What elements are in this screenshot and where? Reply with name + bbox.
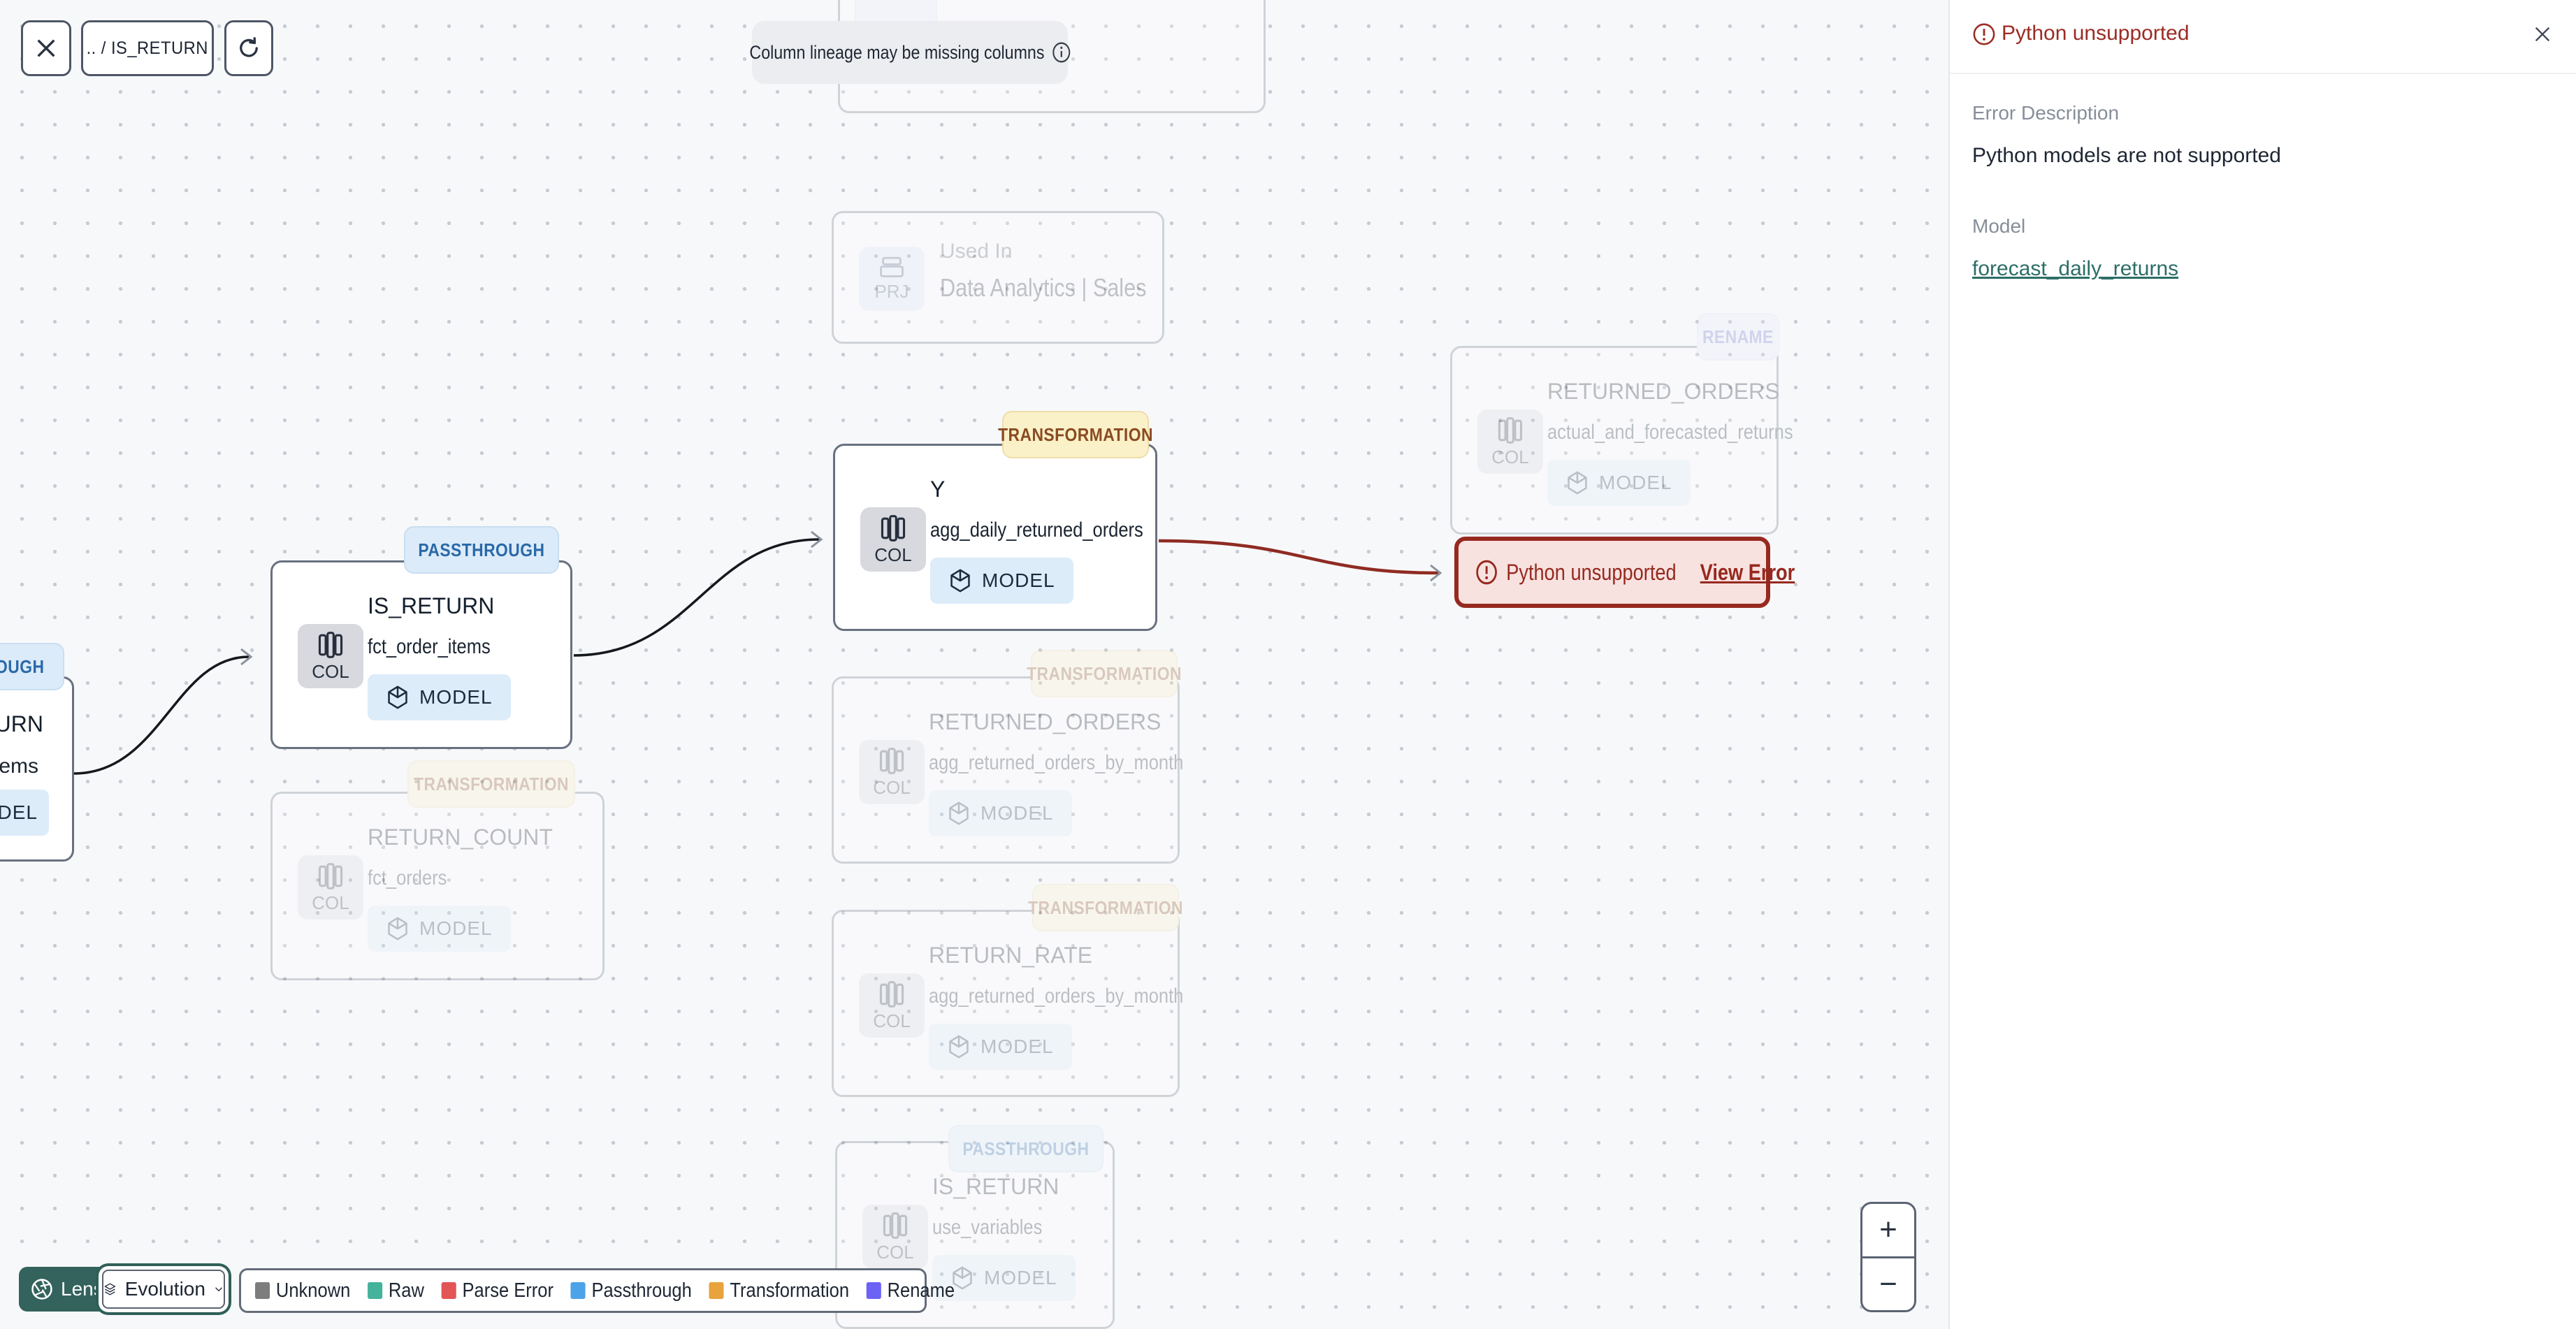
model-pill: MODEL — [0, 790, 49, 836]
model-pill-label: MODEL — [982, 569, 1055, 591]
edge-fct-to-agg — [573, 538, 820, 657]
badge-label: PASSTHROUGH — [0, 655, 45, 677]
legend-item: Transformation — [709, 1279, 849, 1302]
legend-label: Unknown — [275, 1279, 351, 1302]
panel-title: Python unsupported — [2002, 22, 2190, 45]
node-title: IS_RETURN — [368, 593, 495, 618]
model-label: Model — [1972, 215, 2026, 237]
lens-legend: Unknown Raw Parse Error Passthrough Tran… — [239, 1268, 955, 1313]
lens-aperture-icon — [31, 1279, 52, 1300]
legend-label: Rename — [887, 1279, 955, 1302]
badge-passthrough: PASSTHROUGH — [0, 643, 64, 690]
node-subtitle: agg_daily_returned_orders — [930, 518, 1143, 542]
close-lineage-button[interactable] — [21, 20, 71, 76]
node-subtitle: fct_order_items — [368, 635, 491, 658]
model-pill: MODEL — [930, 558, 1073, 604]
node-card-agg-daily[interactable]: COL Y agg_daily_returned_orders MODEL — [833, 444, 1157, 631]
model-pill-label: MODEL — [0, 801, 38, 823]
layers-icon — [104, 1283, 116, 1295]
alert-circle-icon — [1973, 23, 1995, 45]
legend-item: Unknown — [255, 1279, 350, 1302]
legend-label: Parse Error — [462, 1279, 553, 1302]
edge-left-to-fct — [73, 655, 249, 775]
error-description-value: Python models are not supported — [1972, 144, 2281, 167]
error-chip-text: Python unsupported — [1506, 559, 1677, 585]
model-pill: MODEL — [368, 674, 511, 720]
breadcrumb-label: .. / IS_RETURN — [86, 38, 209, 58]
lineage-canvas[interactable]: eting PRJ Used In Data Analytics | Sales… — [0, 0, 1948, 1329]
legend-swatch — [255, 1282, 270, 1299]
badge-label: TRANSFORMATION — [998, 423, 1153, 445]
close-icon — [37, 39, 55, 57]
banner-text: Column lineage may be missing columns — [749, 41, 1045, 63]
legend-swatch — [709, 1282, 724, 1299]
node-card-fct-order-items[interactable]: COL IS_RETURN fct_order_items MODEL — [270, 560, 572, 749]
legend-swatch — [441, 1282, 456, 1299]
legend-item: Raw — [367, 1279, 424, 1302]
error-detail-panel: Python unsupported Error Description Pyt… — [1948, 0, 2576, 1329]
lens-select-dropdown[interactable]: Evolution — [102, 1270, 225, 1309]
panel-close-icon[interactable] — [2531, 23, 2554, 45]
refresh-button[interactable] — [224, 20, 273, 76]
breadcrumb[interactable]: .. / IS_RETURN — [81, 20, 214, 76]
chevron-down-icon — [215, 1287, 222, 1292]
refresh-icon — [240, 37, 258, 57]
legend-item: Parse Error — [441, 1279, 553, 1302]
alert-circle-icon — [1476, 560, 1497, 585]
info-icon[interactable] — [1051, 41, 1071, 64]
edge-agg-to-error — [1158, 539, 1439, 575]
badge-label: PASSTHROUGH — [418, 539, 545, 560]
zoom-in-button[interactable]: + — [1862, 1204, 1914, 1256]
view-error-link[interactable]: View Error — [1700, 560, 1795, 586]
column-chip-label: COL — [312, 660, 349, 682]
zoom-controls: + − — [1860, 1202, 1916, 1312]
node-title: IS_RETURN — [0, 711, 43, 736]
legend-item: Passthrough — [570, 1279, 692, 1302]
legend-label: Passthrough — [591, 1279, 692, 1302]
model-pill-label: MODEL — [419, 686, 493, 708]
panel-header: Python unsupported — [1950, 0, 2576, 74]
column-chip: COL — [298, 624, 363, 688]
column-chip: COL — [860, 507, 926, 572]
columns-icon — [318, 631, 343, 658]
node-title: Y — [930, 477, 946, 502]
legend-label: Raw — [388, 1279, 424, 1302]
error-chip[interactable]: Python unsupported View Error — [1454, 537, 1795, 608]
lineage-warning-banner: Column lineage may be missing columns — [749, 21, 1071, 84]
legend-swatch — [367, 1282, 383, 1299]
error-description-label: Error Description — [1972, 102, 2120, 124]
badge-passthrough: PASSTHROUGH — [404, 526, 559, 574]
legend-label: Transformation — [730, 1279, 850, 1302]
columns-icon — [881, 514, 906, 542]
cube-icon — [950, 569, 970, 593]
zoom-out-button[interactable]: − — [1862, 1258, 1914, 1311]
node-subtitle: fct_order_items — [0, 755, 38, 778]
column-chip-label: COL — [874, 544, 912, 565]
cube-icon — [388, 685, 407, 709]
legend-swatch — [570, 1282, 586, 1299]
legend-swatch — [866, 1282, 881, 1299]
badge-transformation: TRANSFORMATION — [998, 411, 1152, 458]
legend-item: Rename — [866, 1279, 955, 1302]
model-link[interactable]: forecast_daily_returns — [1972, 257, 2178, 281]
lens-selected-label: Evolution — [124, 1278, 205, 1300]
